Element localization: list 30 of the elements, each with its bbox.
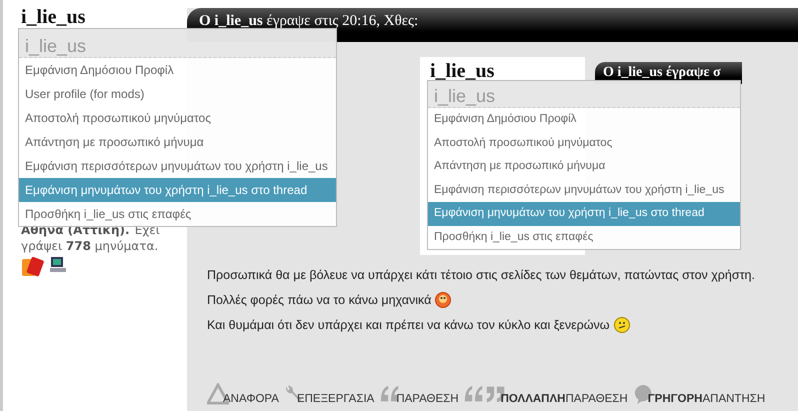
post-text: Πολλές φορές πάω να το κάνω μηχανικά xyxy=(207,292,432,306)
post-action-button[interactable]: ΕΠΕΞΕΡΓΑΣΙΑ xyxy=(282,383,374,405)
menu-item[interactable]: Απάντηση με προσωπικό μήνυμα xyxy=(428,155,740,178)
menu-username: i_lie_us xyxy=(25,35,86,57)
post-action-button[interactable]: ΠΑΡΑΘΕΣΗ xyxy=(378,383,459,405)
menu-username: i_lie_us xyxy=(434,85,496,107)
smiley-icon xyxy=(614,316,630,332)
post-action-button[interactable]: ΠΟΛΛΑΠΛΗΠΑΡΑΘΕΣΗ xyxy=(462,383,628,405)
computer-icon xyxy=(49,256,67,274)
menu-item[interactable]: User profile (for mods) xyxy=(19,82,336,106)
post-text: Και θυμάμαι ότι δεν υπάρχει και πρέπει να κάνω τον κύκλο και ξενερώνω xyxy=(207,318,610,332)
post-action-button[interactable]: ΓΡΗΓΟΡΗΑΠΑΝΤΗΣΗ xyxy=(632,383,766,405)
smiley-icon xyxy=(435,292,452,308)
menu-item[interactable]: Εμφάνιση μηνυμάτων του χρήστη i_lie_us στο thread xyxy=(428,202,740,226)
menu-item[interactable]: Απάντηση με προσωπικό μήνυμα xyxy=(19,130,336,154)
menu-item[interactable]: Εμφάνιση μηνυμάτων του χρήστη i_lie_us στο thread xyxy=(19,178,336,202)
post-header: Ο i_lie_us έγραψε στις 20:16, Χθες: xyxy=(187,8,798,42)
username: i_lie_us xyxy=(430,60,496,83)
menu-item[interactable]: Αποστολή προσωπικού μηνύματος xyxy=(428,132,740,155)
username[interactable]: i_lie_us xyxy=(21,6,187,29)
menu-item[interactable]: Αποστολή προσωπικού μηνύματος xyxy=(19,106,336,130)
menu-item[interactable]: Εμφάνιση περισσότερων μηνυμάτων του χρήστη i_lie_us xyxy=(19,154,336,178)
menu-item[interactable]: Εμφάνιση Δημόσιου Προφίλ xyxy=(19,58,336,82)
cards-icon xyxy=(21,256,45,278)
post-text: Προσωπικά θα με βόλευε να υπάρχει κάτι τέτοιο στις σελίδες των θεμάτων, πατώντας στον χρήστη. xyxy=(207,268,755,282)
menu-item[interactable]: Εμφάνιση Δημόσιου Προφίλ xyxy=(428,108,740,132)
menu-item[interactable]: Προσθήκη i_lie_us στις επαφές xyxy=(19,202,336,226)
menu-item[interactable]: Προσθήκη i_lie_us στις επαφές xyxy=(428,226,740,249)
menu-item[interactable]: Εμφάνιση περισσότερων μηνυμάτων του χρήστη i_lie_us xyxy=(428,178,740,202)
post-action-button[interactable]: ΑΝΑΦΟΡΑ xyxy=(207,383,279,405)
